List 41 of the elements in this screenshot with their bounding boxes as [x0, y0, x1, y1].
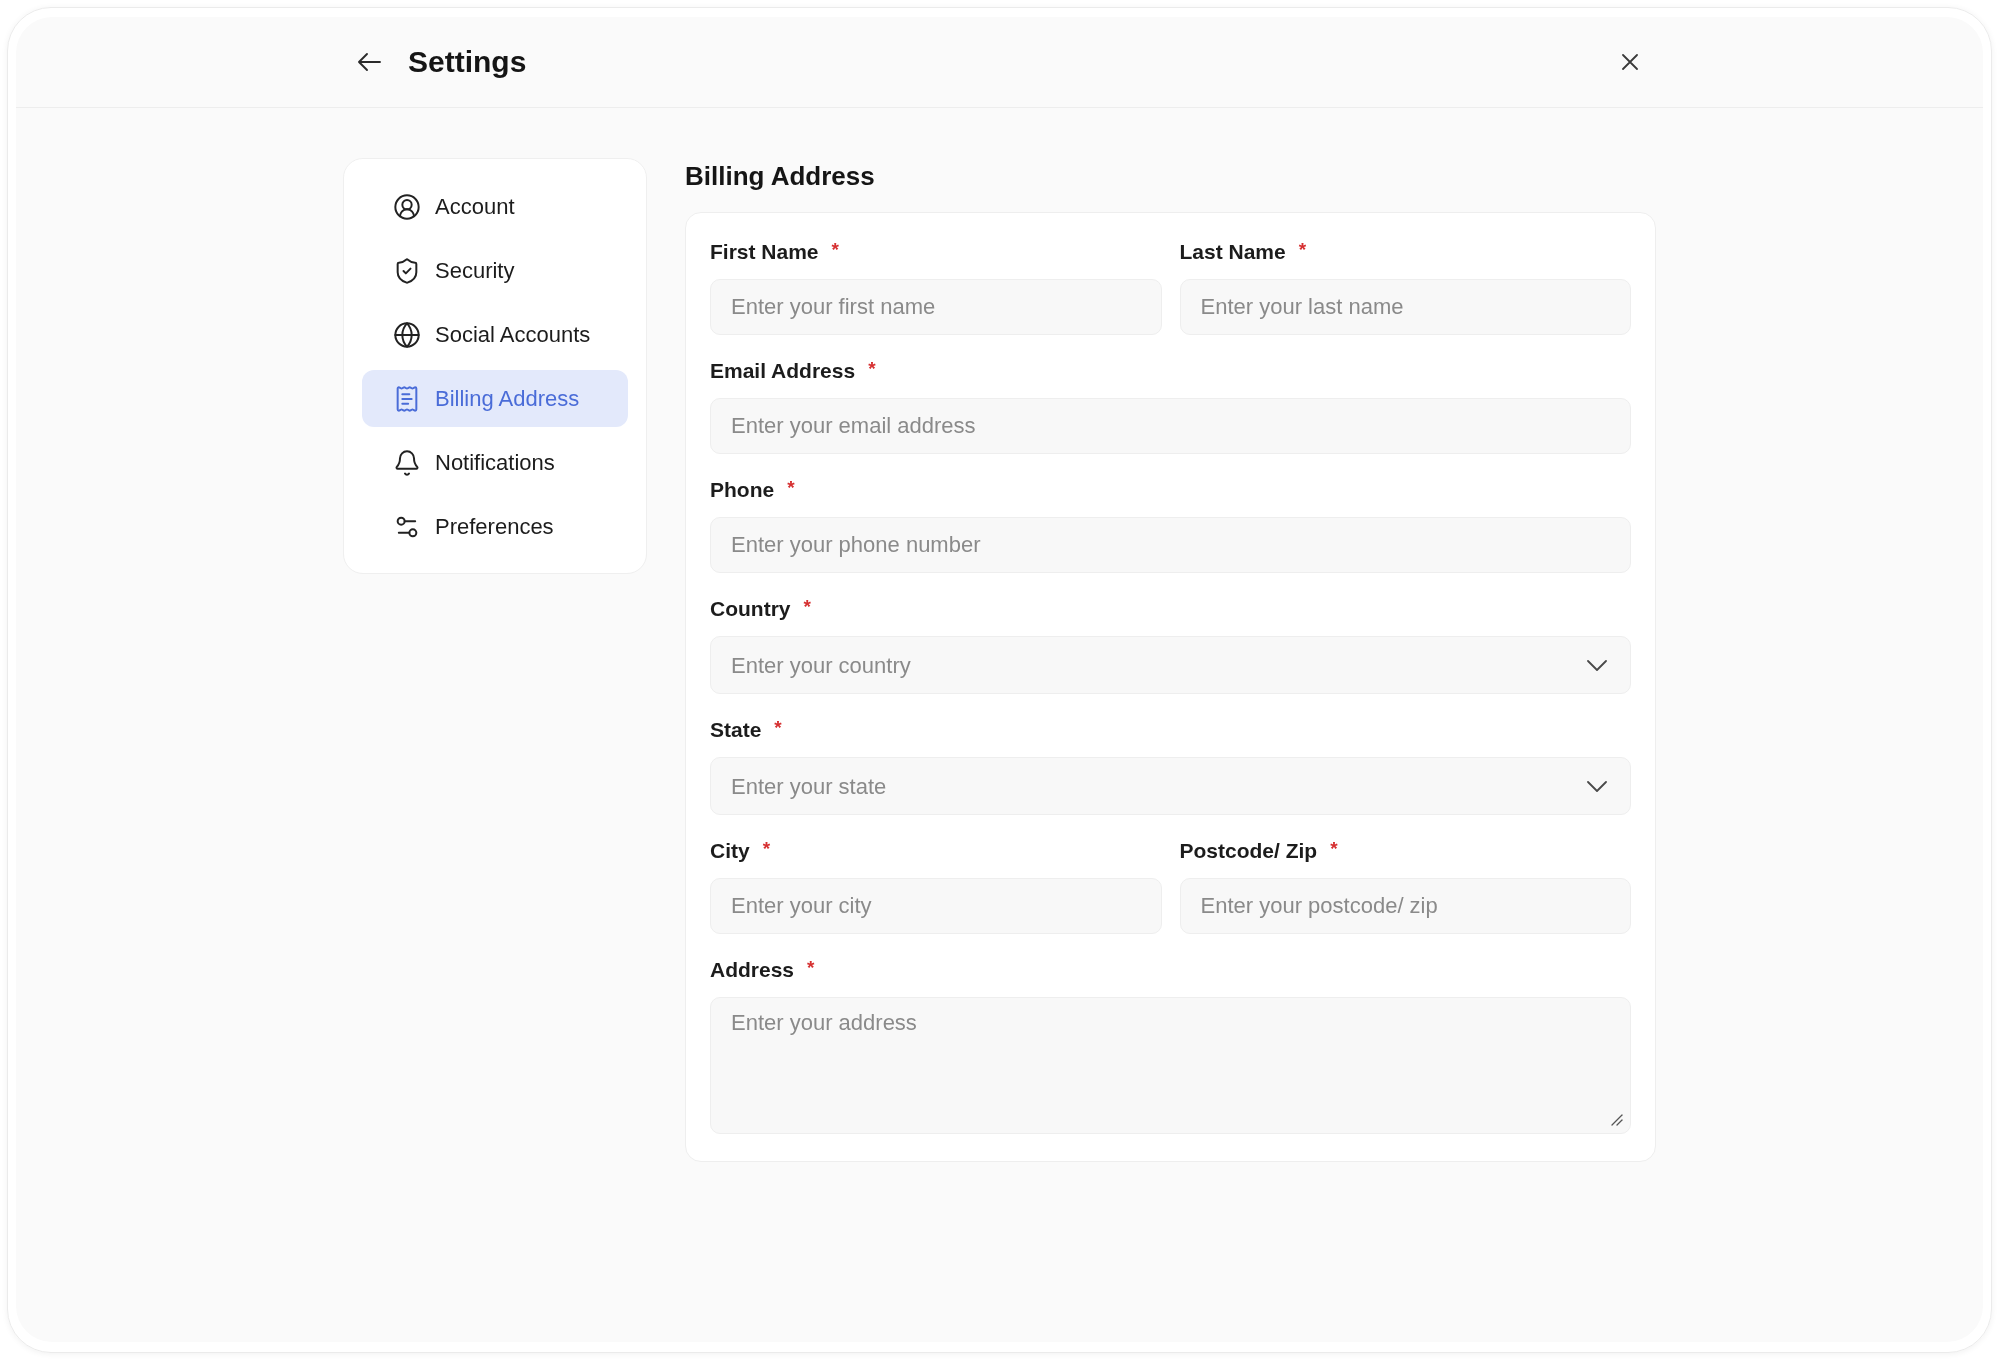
field-label: State: [710, 718, 762, 742]
chevron-down-icon: [1587, 659, 1607, 671]
text-input[interactable]: Enter your city: [710, 878, 1162, 934]
sidebar-item[interactable]: Security: [362, 242, 628, 299]
user-circle-icon: [393, 192, 421, 221]
field-label: City: [710, 839, 750, 863]
field-label: Address: [710, 958, 795, 982]
required-asterisk: *: [868, 359, 876, 379]
field-label: Country: [710, 597, 791, 621]
chevron-down-icon: [1587, 780, 1607, 792]
required-asterisk: *: [762, 839, 771, 859]
required-asterisk: *: [787, 478, 795, 498]
text-input[interactable]: Enter your email address: [710, 398, 1631, 454]
close-icon[interactable]: [1622, 54, 1638, 70]
required-asterisk: *: [1298, 240, 1307, 260]
globe-icon: [393, 320, 421, 349]
field-label: Postcode/ Zip: [1179, 839, 1318, 863]
sidebar-item[interactable]: Notifications: [362, 434, 628, 491]
field-label: Email Address: [710, 359, 856, 383]
sidebar-item[interactable]: Social Accounts: [362, 306, 628, 363]
resize-handle-icon[interactable]: [1611, 1114, 1623, 1126]
sidebar-item[interactable]: Preferences: [362, 498, 628, 555]
field-label: Phone: [710, 478, 775, 502]
section-title: Billing Address: [685, 160, 876, 193]
text-input[interactable]: Enter your first name: [710, 279, 1162, 335]
required-asterisk: *: [774, 718, 782, 738]
field-label: First Name: [710, 240, 819, 264]
bell-icon: [393, 448, 421, 477]
back-arrow-icon[interactable]: [357, 52, 381, 72]
text-input[interactable]: Enter your last name: [1179, 279, 1631, 335]
field-label: Last Name: [1179, 240, 1286, 264]
required-asterisk: *: [831, 240, 839, 260]
required-asterisk: *: [807, 958, 815, 978]
textarea-field[interactable]: Enter your address: [710, 997, 1631, 1134]
text-input[interactable]: Enter your phone number: [710, 517, 1631, 573]
page-title: Settings: [408, 44, 527, 80]
text-input[interactable]: Enter your postcode/ zip: [1179, 878, 1631, 934]
required-asterisk: *: [1330, 839, 1338, 859]
sidebar-item[interactable]: Billing Address: [362, 370, 628, 427]
required-asterisk: *: [803, 597, 811, 617]
sidebar-item[interactable]: Account: [362, 178, 628, 235]
